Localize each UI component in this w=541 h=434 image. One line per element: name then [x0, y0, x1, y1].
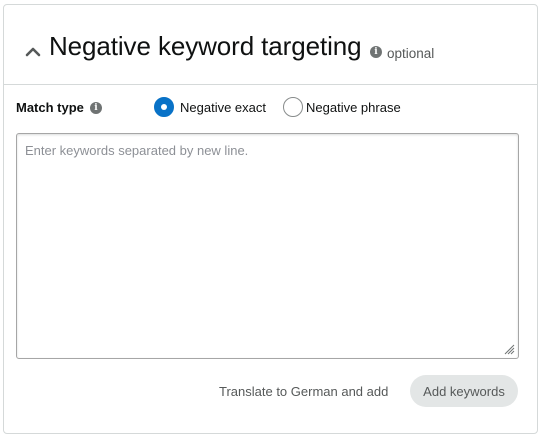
radio-negative-phrase-label[interactable]: Negative phrase	[306, 100, 401, 115]
radio-negative-exact[interactable]	[154, 97, 174, 117]
chevron-up-icon[interactable]	[25, 45, 41, 57]
translate-link[interactable]: Translate to German and add	[219, 384, 388, 399]
keywords-textarea[interactable]	[16, 133, 519, 359]
optional-label: optional	[387, 46, 435, 61]
match-type-info-icon[interactable]: i	[90, 102, 102, 114]
add-keywords-button[interactable]: Add keywords	[410, 375, 518, 407]
info-icon[interactable]: i	[370, 46, 382, 58]
radio-negative-phrase[interactable]	[283, 97, 303, 117]
match-type-label: Match type	[16, 100, 84, 115]
section-title: Negative keyword targeting	[49, 31, 362, 61]
radio-negative-exact-label[interactable]: Negative exact	[180, 100, 266, 115]
resize-handle-icon[interactable]	[503, 343, 515, 355]
panel-header: Negative keyword targeting i optional	[4, 5, 537, 85]
